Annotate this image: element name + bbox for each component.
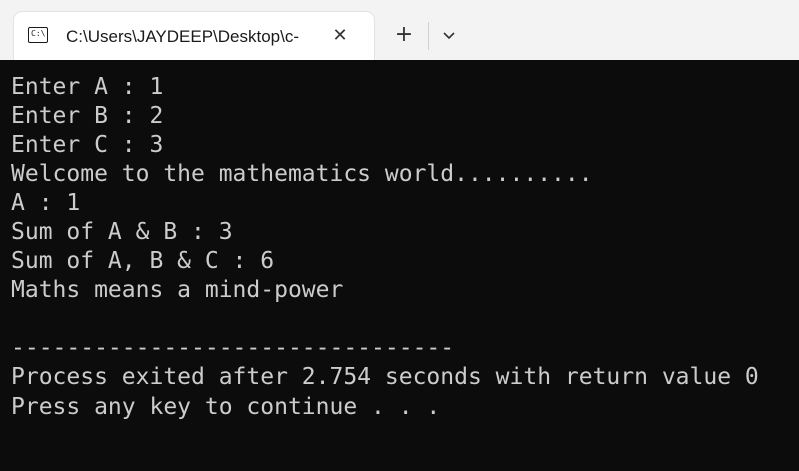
console-line: -------------------------------- [11, 335, 455, 362]
console-line: Sum of A & B : 3 [11, 219, 233, 246]
console-line: Enter C : 3 [11, 132, 164, 159]
new-tab-button[interactable]: + [390, 22, 418, 50]
tab-dropdown-button[interactable] [436, 24, 462, 48]
chevron-down-icon [443, 32, 455, 40]
console-line: Process exited after 2.754 seconds with … [11, 364, 759, 391]
console-line: Welcome to the mathematics world........… [11, 161, 593, 188]
tab-title: C:\Users\JAYDEEP\Desktop\c- [66, 27, 300, 46]
console-output: Enter A : 1 Enter B : 2 Enter C : 3 Welcome… [11, 73, 791, 422]
close-icon[interactable]: ✕ [330, 25, 350, 47]
console-line: A : 1 [11, 190, 81, 217]
console-line: Enter A : 1 [11, 74, 164, 100]
terminal-output-area[interactable]: Enter A : 1 Enter B : 2 Enter C : 3 Welcome… [0, 60, 799, 471]
tab-separator [428, 22, 429, 50]
console-line: Press any key to continue . . . [11, 393, 441, 420]
console-icon: C:\ [28, 27, 48, 43]
terminal-tab[interactable]: C:\ C:\Users\JAYDEEP\Desktop\c- ✕ [14, 12, 374, 60]
console-line: Maths means a mind-power [11, 277, 344, 304]
console-line: Enter B : 2 [11, 103, 164, 130]
plus-icon: + [394, 22, 414, 47]
console-line: Sum of A, B & C : 6 [11, 248, 275, 275]
title-bar: C:\ C:\Users\JAYDEEP\Desktop\c- ✕ + [0, 0, 799, 60]
